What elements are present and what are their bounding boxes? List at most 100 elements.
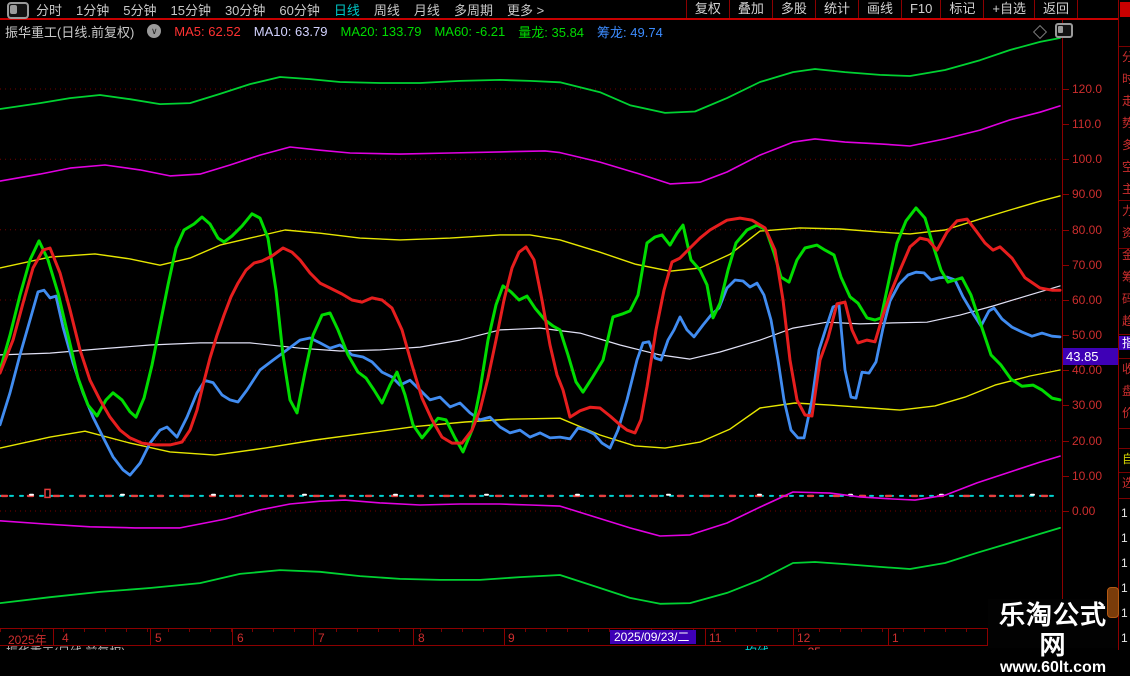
tab-period-多周期[interactable]: 多周期 [454, 0, 493, 19]
strip-digit: 1 [1121, 556, 1128, 570]
top-toolbar: 分时 1分钟 5分钟 15分钟 30分钟 60分钟日线周线月线多周期更多 > 复权叠加多股… [0, 0, 1130, 20]
button-F10[interactable]: F10 [901, 0, 940, 18]
strip-menu-item[interactable]: 盘 [1122, 384, 1130, 398]
signal-marker [45, 489, 50, 497]
y-tick-70 [1062, 265, 1069, 266]
y-label-80: 80.00 [1072, 223, 1118, 237]
series-liang-long-green [0, 208, 1060, 452]
month-label-6: 6 [237, 631, 244, 645]
month-label-1: 1 [892, 631, 899, 645]
strip-menu-item[interactable]: 分 [1122, 50, 1130, 64]
app-window: { "toolbar": { "nav": [ {"label": "分时", … [0, 0, 1130, 650]
strip-separator [1119, 334, 1130, 335]
month-label-9: 9 [508, 631, 515, 645]
y-axis-line [1062, 20, 1063, 646]
strip-menu-item-selected[interactable]: 指 [1119, 336, 1130, 350]
series-yellow-lower-band [0, 370, 1060, 455]
legend-indicator-1: MA10: 63.79 [254, 24, 328, 39]
tab-period-更多 >[interactable]: 更多 > [507, 0, 544, 19]
selected-date-tag: 2025/09/23/二 [610, 630, 696, 644]
panel-toggle-icon[interactable] [1055, 23, 1073, 38]
strip-menu-item[interactable]: 选 [1122, 476, 1130, 490]
strip-menu-item[interactable]: 资 [1122, 226, 1130, 240]
y-label-0: 0.00 [1072, 504, 1118, 518]
tab-period-30分钟[interactable]: 30分钟 [225, 0, 265, 19]
strip-menu-item[interactable]: 势 [1122, 116, 1130, 130]
button-统计[interactable]: 统计 [815, 0, 858, 18]
button-复权[interactable]: 复权 [686, 0, 729, 18]
tab-period-1分钟[interactable]: 1分钟 [76, 0, 109, 19]
month-separator [793, 629, 794, 645]
strip-menu-item[interactable]: 价 [1122, 406, 1130, 420]
strip-separator [1119, 358, 1130, 359]
month-label-12: 12 [797, 631, 810, 645]
month-separator [413, 629, 414, 645]
y-label-110: 110.0 [1072, 117, 1118, 131]
watermark-url: www.60lt.com [988, 660, 1118, 676]
month-label-11: 11 [709, 631, 721, 645]
y-label-50: 50.00 [1072, 328, 1118, 342]
y-tick-110 [1062, 124, 1069, 125]
tab-period-周线[interactable]: 周线 [374, 0, 400, 19]
tab-period-15分钟[interactable]: 15分钟 [170, 0, 210, 19]
legend-indicator-4: 量龙: 35.84 [518, 22, 584, 41]
legend-indicator-0: MA5: 62.52 [174, 24, 241, 39]
strip-menu-item[interactable]: 空 [1122, 160, 1130, 174]
strip-digit: 1 [1121, 606, 1128, 620]
y-tick-120 [1062, 89, 1069, 90]
y-label-90: 90.00 [1072, 187, 1118, 201]
right-sidebar-strip[interactable]: 分时走势多空主力资金筹码趋指收盘价自选111111 [1118, 0, 1130, 650]
y-label-20: 20.00 [1072, 434, 1118, 448]
y-tick-100 [1062, 159, 1069, 160]
tab-period-月线[interactable]: 月线 [414, 0, 440, 19]
month-separator [705, 629, 706, 645]
clipped-text-fragment: 均线 [745, 646, 769, 650]
strip-red-block [1120, 2, 1130, 17]
date-axis[interactable]: 2025年 2025/09/23/二 45678911121 [0, 628, 1118, 646]
strip-menu-item[interactable]: 筹 [1122, 270, 1130, 284]
chevron-down-icon[interactable]: ∨ [147, 24, 161, 38]
series-magenta-upper-band [0, 106, 1060, 184]
y-tick-40 [1062, 370, 1069, 371]
button-标记[interactable]: 标记 [940, 0, 983, 18]
y-tick-50 [1062, 335, 1069, 336]
strip-menu-item[interactable]: 码 [1122, 292, 1130, 306]
indicator-chart[interactable] [0, 20, 1062, 628]
button-叠加[interactable]: 叠加 [729, 0, 772, 18]
tab-period-5分钟[interactable]: 5分钟 [123, 0, 156, 19]
month-separator [313, 629, 314, 645]
y-tick-80 [1062, 230, 1069, 231]
next-panel-clipped-row: 振华重工(日线.前复权)均线▪ 35 [0, 646, 1118, 650]
tab-period-60分钟[interactable]: 60分钟 [279, 0, 319, 19]
sidebar-toggle-icon[interactable] [7, 2, 29, 19]
scrollbar-thumb[interactable] [1107, 587, 1119, 618]
button-多股[interactable]: 多股 [772, 0, 815, 18]
strip-separator [1119, 448, 1130, 449]
strip-menu-item[interactable]: 趋 [1122, 314, 1130, 328]
series-MA20-upper-band [0, 38, 1060, 113]
button-返回[interactable]: 返回 [1034, 0, 1078, 18]
y-label-40: 40.00 [1072, 363, 1118, 377]
month-separator [150, 629, 151, 645]
strip-menu-item[interactable]: 自 [1122, 452, 1130, 466]
y-tick-30 [1062, 405, 1069, 406]
button-画线[interactable]: 画线 [858, 0, 901, 18]
strip-menu-item[interactable]: 主 [1122, 182, 1130, 196]
strip-menu-item[interactable]: 金 [1122, 248, 1130, 262]
strip-menu-item[interactable]: 时 [1122, 72, 1130, 86]
tab-period-分时[interactable]: 分时 [36, 0, 62, 19]
tab-period-日线[interactable]: 日线 [334, 0, 360, 19]
y-label-100: 100.0 [1072, 152, 1118, 166]
button-+自选[interactable]: +自选 [983, 0, 1034, 18]
strip-menu-item[interactable]: 走 [1122, 94, 1130, 108]
y-tick-10 [1062, 476, 1069, 477]
month-separator [504, 629, 505, 645]
strip-menu-item[interactable]: 力 [1122, 204, 1130, 218]
instrument-title: 振华重工(日线.前复权) [5, 22, 134, 41]
strip-menu-item[interactable]: 多 [1122, 138, 1130, 152]
month-label-8: 8 [418, 631, 425, 645]
y-tick-90 [1062, 194, 1069, 195]
legend-row: 振华重工(日线.前复权) ∨ MA5: 62.52MA10: 63.79MA20… [5, 23, 663, 39]
series-MA60-lower-band [0, 528, 1060, 604]
strip-menu-item[interactable]: 收 [1122, 362, 1130, 376]
